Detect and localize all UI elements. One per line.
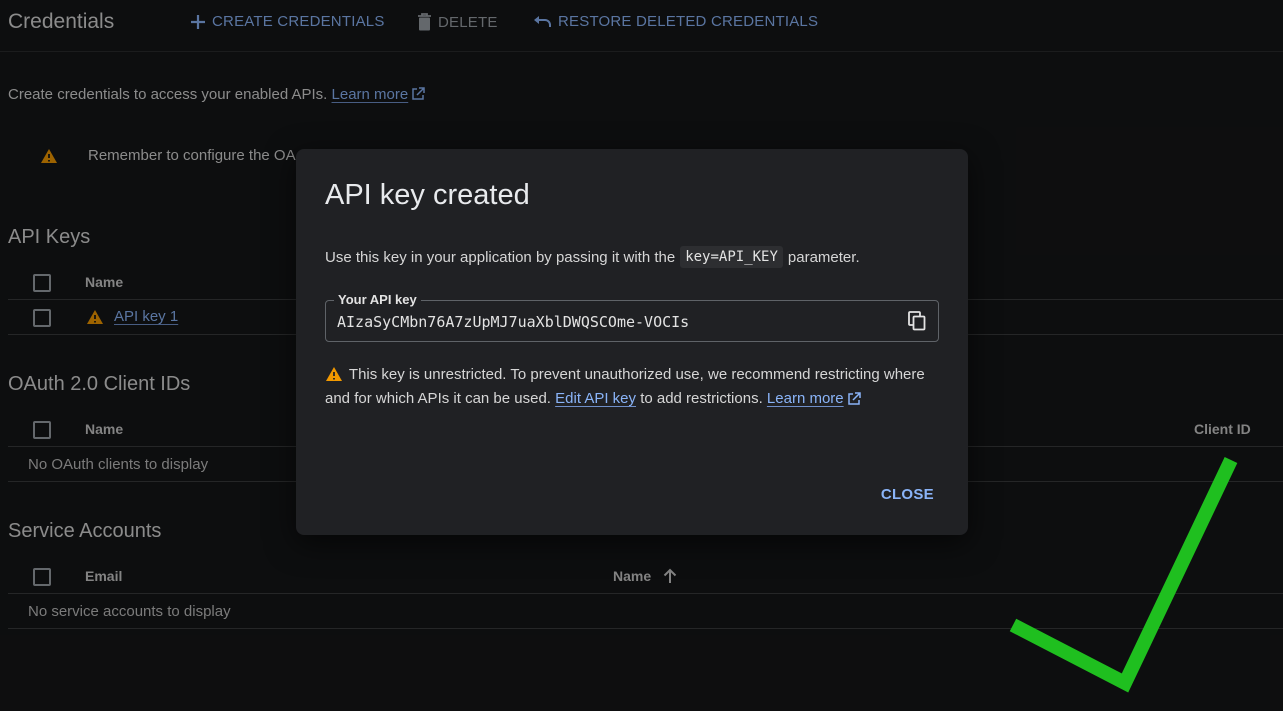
key-param-code: key=API_KEY — [680, 246, 783, 268]
learn-more-link[interactable]: Learn more — [767, 390, 844, 407]
api-key-created-dialog: API key created Use this key in your app… — [296, 149, 968, 535]
edit-api-key-link[interactable]: Edit API key — [555, 390, 636, 407]
api-key-value[interactable]: AIzaSyCMbn76A7zUpMJ7uaXblDWQSCOme-VOCIs — [337, 313, 689, 331]
warning-icon — [326, 367, 342, 381]
warning-text-2: to add restrictions. — [640, 390, 763, 407]
instructions-after: parameter. — [787, 248, 860, 266]
instructions-before: Use this key in your application by pass… — [325, 248, 676, 266]
external-link-icon — [847, 392, 861, 405]
copy-icon[interactable] — [908, 311, 926, 331]
close-button[interactable]: CLOSE — [881, 486, 934, 503]
checkmark-icon — [1009, 456, 1238, 693]
unrestricted-warning: This key is unrestricted. To prevent una… — [325, 363, 935, 411]
api-key-field[interactable]: Your API key AIzaSyCMbn76A7zUpMJ7uaXblDW… — [325, 292, 939, 342]
api-key-label: Your API key — [334, 292, 421, 307]
dialog-title: API key created — [325, 179, 530, 211]
dialog-instructions: Use this key in your application by pass… — [325, 246, 860, 268]
